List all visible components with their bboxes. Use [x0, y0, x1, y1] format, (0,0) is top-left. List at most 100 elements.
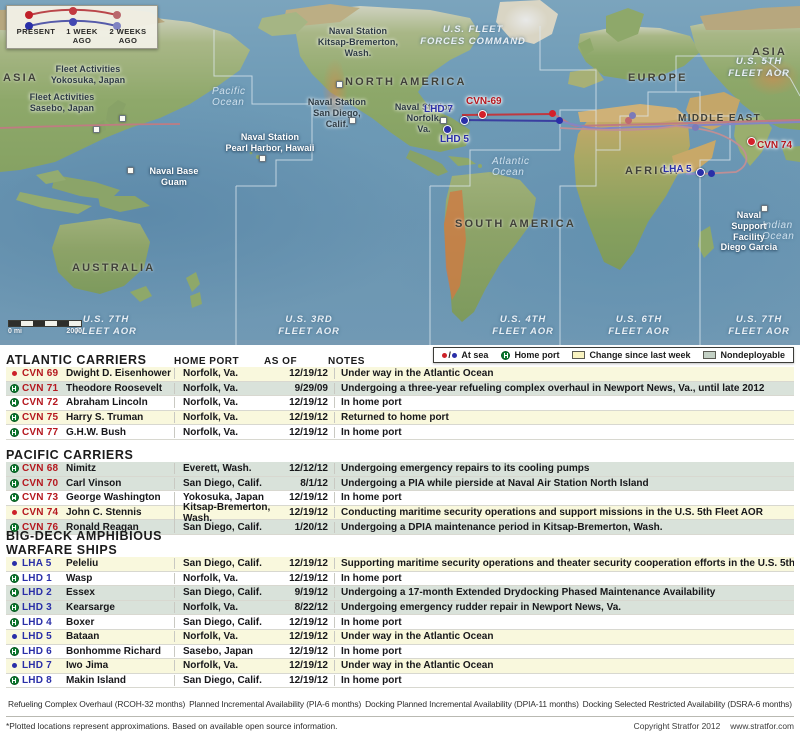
- ship-as-of-date: 12/19/12: [276, 631, 334, 642]
- status-at-sea-icon: [6, 663, 22, 668]
- ship-name: Kearsarge: [66, 602, 174, 613]
- ship-home-port: Kitsap-Bremerton, Wash.: [174, 502, 276, 524]
- ship-as-of-date: 8/22/12: [276, 602, 334, 613]
- table-row[interactable]: CVN 68NimitzEverett, Wash.12/12/12Underg…: [6, 462, 794, 477]
- ship-track-point-lha-5-1wk: [708, 170, 715, 177]
- ship-notes: In home port: [334, 646, 794, 657]
- timeline-label-present: PRESENT: [13, 28, 59, 45]
- legend-slash: /: [448, 350, 451, 360]
- copyright-text: Copyright Stratfor 2012: [634, 721, 721, 731]
- table-row[interactable]: LHA 5PeleliuSan Diego, Calif.12/19/12Sup…: [6, 557, 794, 572]
- table-row[interactable]: LHD 2EssexSan Diego, Calif.9/19/12Underg…: [6, 586, 794, 601]
- ship-name: Essex: [66, 587, 174, 598]
- legend-change: Change since last week: [572, 350, 690, 360]
- scale-bar-segments: [8, 320, 82, 327]
- ship-as-of-date: 12/19/12: [276, 368, 334, 379]
- table-row[interactable]: CVN 75Harry S. TrumanNorfolk, Va.12/19/1…: [6, 411, 794, 426]
- ship-marker-cvn-69[interactable]: [478, 110, 487, 119]
- ship-name: John C. Stennis: [66, 507, 174, 518]
- legend-nondeployable-label: Nondeployable: [720, 350, 785, 360]
- ship-as-of-date: 12/19/12: [276, 397, 334, 408]
- table-row[interactable]: LHD 3KearsargeNorfolk, Va.8/22/12Undergo…: [6, 601, 794, 616]
- table-row[interactable]: LHD 6Bonhomme RichardSasebo, Japan12/19/…: [6, 645, 794, 660]
- status-home-port-icon: [6, 574, 22, 583]
- ship-as-of-date: 12/19/12: [276, 573, 334, 584]
- ship-as-of-date: 9/29/09: [276, 383, 334, 394]
- ship-notes: Supporting maritime security operations …: [334, 558, 794, 569]
- ship-as-of-date: 12/19/12: [276, 617, 334, 628]
- ship-home-port: San Diego, Calif.: [174, 587, 276, 598]
- ship-marker-lha-5[interactable]: [696, 168, 705, 177]
- ship-as-of-date: 12/19/12: [276, 660, 334, 671]
- ship-track-point-lhd-7-1wk: [556, 117, 563, 124]
- ship-name: Peleliu: [66, 558, 174, 569]
- ship-as-of-date: 12/12/12: [276, 463, 334, 474]
- abbrev-rcoh: Refueling Complex Overhaul (RCOH-32 mont…: [8, 699, 185, 709]
- ship-name: Wasp: [66, 573, 174, 584]
- ship-as-of-date: 12/19/12: [276, 507, 334, 518]
- ship-track-point-med-prev2: [629, 112, 636, 119]
- world-map[interactable]: PRESENT 1 WEEK AGO 2 WEEKS AGO ASIA NORT…: [0, 0, 800, 345]
- table-row[interactable]: CVN 77G.H.W. BushNorfolk, Va.12/19/12In …: [6, 425, 794, 440]
- section-title: BIG-DECK AMPHIBIOUS WARFARE SHIPS: [6, 529, 174, 557]
- table-row[interactable]: CVN 73George WashingtonYokosuka, Japan12…: [6, 491, 794, 506]
- column-header-home-port: HOME PORT: [174, 356, 264, 367]
- table-row[interactable]: CVN 74John C. StennisKitsap-Bremerton, W…: [6, 506, 794, 521]
- website-link[interactable]: www.stratfor.com: [730, 721, 794, 731]
- table-row[interactable]: LHD 8Makin IslandSan Diego, Calif.12/19/…: [6, 674, 794, 689]
- ship-track-point-cvn-69-1wk: [549, 110, 556, 117]
- ship-label-lhd-5: LHD 5: [440, 134, 469, 145]
- ship-hull-number: LHD 6: [22, 646, 66, 657]
- ship-hull-number: CVN 72: [22, 397, 66, 408]
- ship-home-port: San Diego, Calif.: [174, 617, 276, 628]
- ship-notes: In home port: [334, 675, 794, 686]
- ship-name: Nimitz: [66, 463, 174, 474]
- section-title: PACIFIC CARRIERS: [6, 448, 174, 462]
- ship-hull-number: CVN 73: [22, 492, 66, 503]
- status-at-sea-icon: [6, 371, 22, 376]
- abbrev-pia: Planned Incremental Availability (PIA-6 …: [189, 699, 361, 709]
- stratfor-naval-update-graphic: PRESENT 1 WEEK AGO 2 WEEKS AGO ASIA NORT…: [0, 0, 800, 753]
- ship-notes: Undergoing a PIA while pierside at Naval…: [334, 478, 794, 489]
- ship-notes: Undergoing a DPIA maintenance period in …: [334, 522, 794, 533]
- section-header: PACIFIC CARRIERS: [6, 440, 794, 462]
- map-scale-bar: 0 mi 2000: [8, 320, 82, 335]
- status-home-port-icon: [6, 676, 22, 685]
- status-home-port-icon: [6, 428, 22, 437]
- table-row[interactable]: CVN 72Abraham LincolnNorfolk, Va.12/19/1…: [6, 396, 794, 411]
- ship-name: Dwight D. Eisenhower: [66, 368, 174, 379]
- table-row[interactable]: LHD 1WaspNorfolk, Va.12/19/12In home por…: [6, 572, 794, 587]
- table-row[interactable]: CVN 70Carl VinsonSan Diego, Calif.8/1/12…: [6, 477, 794, 492]
- ship-home-port: Norfolk, Va.: [174, 427, 276, 438]
- ship-as-of-date: 12/19/12: [276, 412, 334, 423]
- ship-home-port: Norfolk, Va.: [174, 412, 276, 423]
- status-home-port-icon: [6, 603, 22, 612]
- ship-notes: In home port: [334, 427, 794, 438]
- table-row[interactable]: LHD 4BoxerSan Diego, Calif.12/19/12In ho…: [6, 615, 794, 630]
- section-header: BIG-DECK AMPHIBIOUS WARFARE SHIPS: [6, 535, 794, 557]
- table-row[interactable]: CVN 71Theodore RooseveltNorfolk, Va.9/29…: [6, 382, 794, 397]
- status-home-port-icon: [6, 588, 22, 597]
- status-home-port-icon: [6, 464, 22, 473]
- ship-label-cvn-74: CVN 74: [757, 140, 792, 151]
- ship-hull-number: CVN 75: [22, 412, 66, 423]
- ship-as-of-date: 12/19/12: [276, 492, 334, 503]
- ship-marker-cvn-74[interactable]: [747, 137, 756, 146]
- status-home-port-icon: [6, 618, 22, 627]
- ship-marker-lhd-7[interactable]: [460, 116, 469, 125]
- table-row[interactable]: LHD 5BataanNorfolk, Va.12/19/12Under way…: [6, 630, 794, 645]
- table-row[interactable]: CVN 69Dwight D. EisenhowerNorfolk, Va.12…: [6, 367, 794, 382]
- ship-name: Abraham Lincoln: [66, 397, 174, 408]
- legend-at-sea-label: At sea: [461, 350, 488, 360]
- ship-home-port: Norfolk, Va.: [174, 383, 276, 394]
- section-title: ATLANTIC CARRIERS: [6, 353, 174, 367]
- ship-home-port: Norfolk, Va.: [174, 602, 276, 613]
- ship-marker-lhd-5[interactable]: [443, 125, 452, 134]
- legend-nondeployable: Nondeployable: [703, 350, 785, 360]
- ship-as-of-date: 9/19/12: [276, 587, 334, 598]
- ship-hull-number: CVN 70: [22, 478, 66, 489]
- status-home-port-icon: [6, 479, 22, 488]
- ship-label-lha-5: LHA 5: [663, 164, 692, 175]
- table-row[interactable]: LHD 7Iwo JimaNorfolk, Va.12/19/12Under w…: [6, 659, 794, 674]
- status-at-sea-icon: [6, 561, 22, 566]
